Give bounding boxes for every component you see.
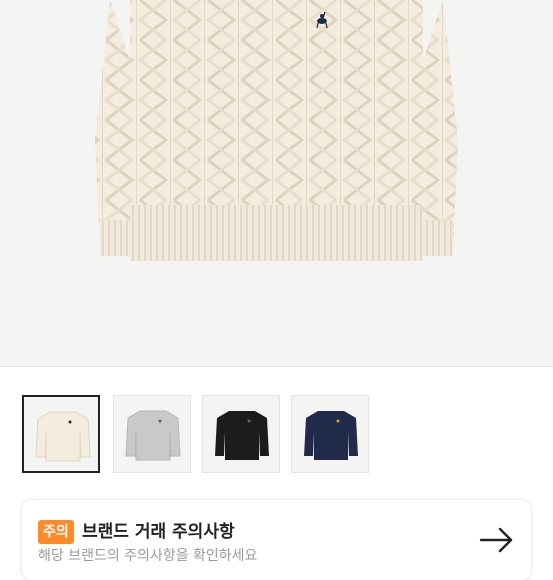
sweater-thumbnail-black-icon bbox=[215, 411, 269, 460]
caution-badge: 주의 bbox=[38, 520, 74, 544]
arrow-right-icon[interactable] bbox=[479, 526, 515, 554]
brand-trade-notice-card[interactable]: 주의 브랜드 거래 주의사항 해당 브랜드의 주의사항을 확인하세요 bbox=[22, 500, 531, 580]
notice-title: 브랜드 거래 주의사항 bbox=[82, 522, 235, 542]
thumbnail-gray[interactable] bbox=[113, 395, 191, 473]
sweater-thumbnail-gray-icon bbox=[125, 410, 181, 461]
product-main-image[interactable] bbox=[0, 0, 553, 367]
sweater-illustration bbox=[95, 0, 458, 261]
sweater-thumbnail-navy-icon bbox=[304, 411, 358, 460]
thumbnail-cream[interactable] bbox=[22, 395, 100, 473]
thumbnail-navy[interactable] bbox=[291, 395, 369, 473]
sweater-thumbnail-cream-icon bbox=[35, 411, 91, 462]
notice-subtitle: 해당 브랜드의 주의사항을 확인하세요 bbox=[38, 548, 258, 564]
thumbnail-black[interactable] bbox=[202, 395, 280, 473]
